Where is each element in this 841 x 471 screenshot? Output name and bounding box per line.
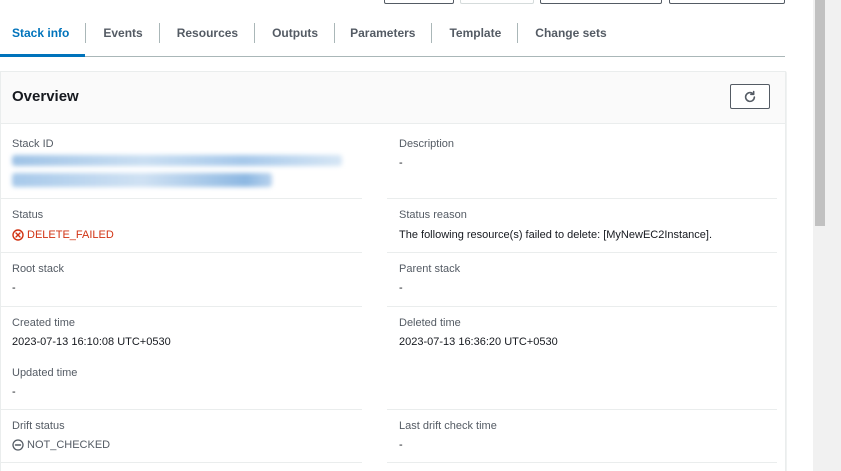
updated-time-label: Updated time	[12, 367, 78, 379]
tab-bar: Stack info Events Resources Outputs Para…	[0, 10, 785, 57]
status-text: DELETE_FAILED	[27, 229, 114, 241]
tab-parameters[interactable]: Parameters	[335, 10, 431, 56]
drift-status-text: NOT_CHECKED	[27, 439, 111, 451]
tab-outputs[interactable]: Outputs	[255, 10, 334, 56]
status-reason-label: Status reason	[399, 209, 467, 221]
row-divider	[0, 306, 362, 307]
row-divider	[387, 198, 777, 199]
tab-label: Change sets	[535, 26, 607, 40]
description-value: -	[399, 157, 403, 169]
created-time-value: 2023-07-13 16:10:08 UTC+0530	[12, 336, 171, 348]
top-action-button-4[interactable]	[669, 0, 785, 4]
row-divider	[387, 306, 777, 307]
row-divider	[387, 252, 777, 253]
status-value: DELETE_FAILED	[12, 229, 114, 241]
drift-status-value: NOT_CHECKED	[12, 439, 110, 451]
panel-header: Overview	[1, 72, 785, 124]
stack-id-label: Stack ID	[12, 138, 54, 150]
row-divider	[387, 462, 777, 463]
tab-label: Resources	[176, 26, 239, 40]
deleted-time-value: 2023-07-13 16:36:20 UTC+0530	[399, 336, 558, 348]
not-checked-icon	[12, 439, 24, 451]
row-divider	[387, 409, 777, 410]
last-drift-check-value: -	[399, 439, 403, 451]
tab-label: Template	[449, 26, 502, 40]
parent-stack-value: -	[399, 282, 403, 294]
scrollbar-thumb[interactable]	[815, 0, 825, 226]
top-action-button-3[interactable]	[540, 0, 662, 4]
panel-title: Overview	[12, 88, 79, 105]
error-icon	[12, 229, 24, 241]
tab-events[interactable]: Events	[86, 10, 158, 56]
top-action-button-2[interactable]	[460, 0, 534, 4]
tab-label: Events	[103, 26, 143, 40]
tab-template[interactable]: Template	[432, 10, 517, 56]
refresh-icon	[744, 90, 756, 102]
root-stack-label: Root stack	[12, 263, 64, 275]
row-divider	[0, 409, 362, 410]
drift-status-label: Drift status	[12, 420, 65, 432]
row-divider	[0, 462, 362, 463]
redacted-block	[12, 173, 272, 187]
overview-panel: Overview	[0, 71, 786, 471]
deleted-time-label: Deleted time	[399, 317, 461, 329]
row-divider	[0, 252, 362, 253]
row-divider	[0, 198, 362, 199]
parent-stack-label: Parent stack	[399, 263, 461, 275]
tab-resources[interactable]: Resources	[160, 10, 254, 56]
last-drift-check-label: Last drift check time	[399, 420, 497, 432]
top-action-button-1[interactable]	[384, 0, 454, 4]
created-time-label: Created time	[12, 317, 75, 329]
tab-label: Stack info	[12, 26, 70, 40]
status-label: Status	[12, 209, 44, 221]
description-label: Description	[399, 138, 455, 150]
refresh-button[interactable]	[730, 84, 770, 109]
updated-time-value: -	[12, 386, 16, 398]
status-reason-value: The following resource(s) failed to dele…	[399, 229, 713, 241]
tab-label: Parameters	[350, 26, 416, 40]
redacted-block	[12, 155, 342, 166]
tab-change-sets[interactable]: Change sets	[518, 10, 622, 56]
tab-label: Outputs	[272, 26, 319, 40]
tab-stack-info[interactable]: Stack info	[0, 10, 86, 57]
root-stack-value: -	[12, 282, 16, 294]
